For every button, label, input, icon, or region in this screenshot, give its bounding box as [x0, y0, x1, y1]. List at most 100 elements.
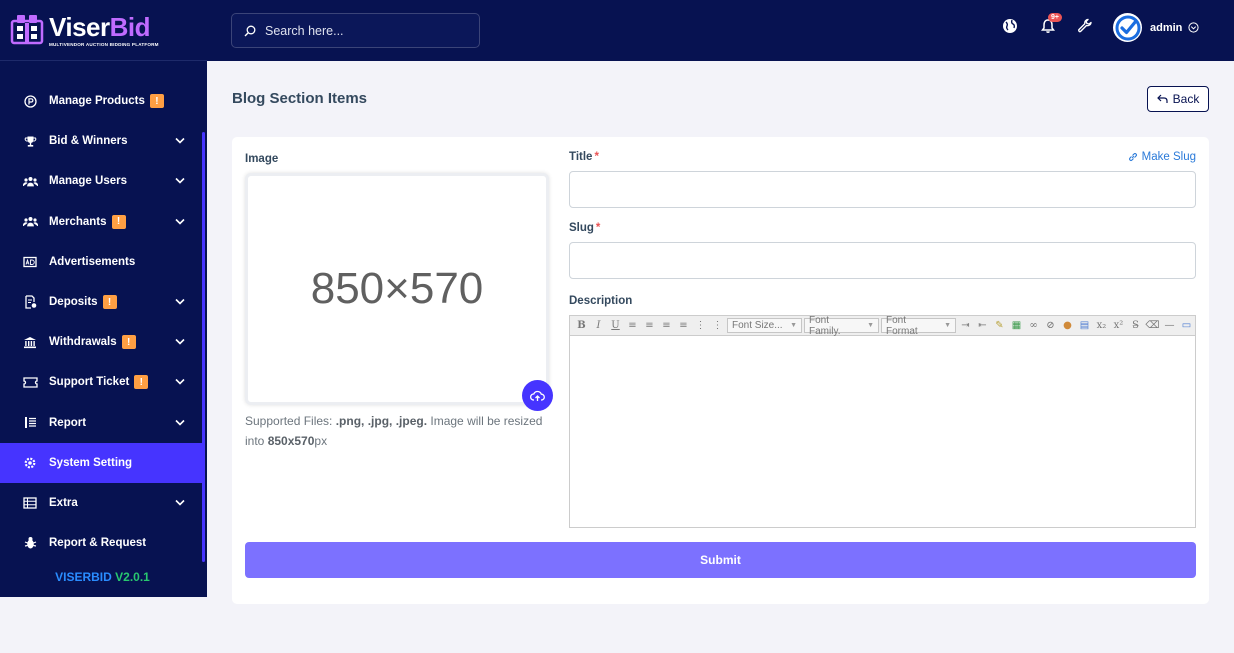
chevron-down-icon [175, 497, 185, 509]
product-icon [22, 93, 38, 109]
remove-format-icon[interactable]: ⌫ [1145, 318, 1160, 333]
admin-name: admin [1150, 21, 1183, 34]
sidebar-item-report-request[interactable]: Report & Request [0, 523, 205, 563]
align-left-icon[interactable]: ≡ [625, 318, 640, 333]
title-input[interactable] [569, 171, 1196, 208]
italic-icon[interactable]: I [591, 318, 606, 333]
supported-suffix: px [314, 434, 328, 448]
brand-name: ViserBid [49, 14, 159, 40]
underline-icon[interactable]: U [608, 318, 623, 333]
chevron-down-circle-icon [1188, 22, 1200, 33]
version-name: VISERBID [55, 570, 112, 584]
chevron-down-icon [175, 296, 185, 308]
sidebar-item-advertisements[interactable]: Advertisements [0, 242, 205, 282]
unlink-icon[interactable]: ⊘ [1043, 318, 1058, 333]
sidebar-item-label: Withdrawals [49, 336, 117, 349]
make-slug-label: Make Slug [1141, 151, 1196, 163]
description-editor-area[interactable] [570, 336, 1195, 528]
align-center-icon[interactable]: ≡ [642, 318, 657, 333]
title-label: Title * [569, 151, 599, 163]
image-upload-button[interactable] [522, 380, 553, 411]
submit-button[interactable]: Submit [245, 542, 1196, 578]
slug-label-text: Slug [569, 222, 594, 234]
logo-icon [10, 15, 44, 45]
cog-icon [22, 455, 38, 471]
notification-bell-icon[interactable]: 9+ [1039, 13, 1062, 35]
outdent-icon[interactable]: ⇤ [975, 318, 990, 333]
search-icon [244, 25, 256, 36]
notification-count-badge: 9+ [1048, 13, 1062, 22]
editor-toolbar: B I U ≡ ≡ ≡ ≡ ⋮ ⋮ Font Size... ▼ Font Fam… [570, 315, 1195, 337]
subscript-icon[interactable]: x₂ [1094, 318, 1109, 333]
sidebar-item-label: Merchants [49, 215, 107, 228]
sidebar-item-label: Extra [49, 496, 78, 509]
chevron-down-icon [175, 336, 185, 348]
font-family-select[interactable]: Font Family. ▼ [804, 315, 879, 337]
chevron-down-icon [175, 216, 185, 228]
html-view-icon[interactable]: ▭ [1179, 318, 1194, 333]
sidebar: ViserBid MULTIVENDOR AUCTION BIDDING PLA… [0, 0, 207, 597]
blog-item-form-card: Image 850×570 Supported Files: .png, .jp… [232, 137, 1209, 604]
pending-badge: ! [111, 214, 126, 229]
sidebar-item-withdrawals[interactable]: Withdrawals! [0, 322, 205, 362]
pending-badge: ! [134, 375, 149, 390]
unordered-list-icon[interactable]: ⋮ [710, 318, 725, 333]
link-insert-icon[interactable]: ∞ [1026, 318, 1041, 333]
sidebar-item-deposits[interactable]: Deposits! [0, 282, 205, 322]
chevron-down-icon [175, 376, 185, 388]
strikethrough-icon[interactable]: S̶ [1128, 318, 1143, 333]
version-label: VISERBID V2.0.1 [0, 570, 205, 584]
search-input[interactable] [265, 23, 465, 38]
wrench-icon[interactable] [1076, 17, 1094, 35]
admin-profile-dropdown[interactable]: admin [1113, 13, 1200, 42]
description-editor: B I U ≡ ≡ ≡ ≡ ⋮ ⋮ Font Size... ▼ Font Fam… [569, 315, 1196, 528]
superscript-icon[interactable]: x² [1111, 318, 1126, 333]
font-format-label: Font Format [886, 314, 918, 337]
brand-name-part2: Bid [109, 11, 151, 42]
sidebar-item-support-ticket[interactable]: Support Ticket! [0, 362, 205, 402]
back-button[interactable]: Back [1147, 86, 1209, 112]
image-insert-icon[interactable]: ▦ [1009, 318, 1024, 333]
brand-name-part1: Viser [49, 11, 110, 42]
indent-icon[interactable]: ⇥ [958, 318, 973, 333]
sidebar-item-label: Report [49, 416, 87, 429]
font-family-label: Font Family. [809, 314, 841, 337]
bold-icon[interactable]: B [574, 318, 589, 333]
sidebar-item-report[interactable]: Report [0, 403, 205, 443]
search-box[interactable] [231, 13, 480, 48]
chevron-down-icon [175, 175, 185, 187]
sidebar-item-manage-users[interactable]: Manage Users [0, 161, 205, 201]
sidebar-item-label: Report & Request [49, 537, 147, 550]
sidebar-item-merchants[interactable]: Merchants! [0, 202, 205, 242]
highlight-icon[interactable]: ✎ [992, 318, 1007, 333]
ordered-list-icon[interactable]: ⋮ [693, 318, 708, 333]
dropdown-arrow-icon: ▼ [944, 322, 951, 329]
font-size-label: Font Size... [732, 320, 783, 331]
sidebar-item-bid-winners[interactable]: Bid & Winners [0, 121, 205, 161]
required-asterisk: * [594, 151, 599, 163]
color-picker-icon[interactable]: ● [1060, 318, 1075, 333]
font-size-select[interactable]: Font Size... ▼ [727, 318, 802, 333]
merchants-icon [22, 214, 38, 230]
align-justify-icon[interactable]: ≡ [676, 318, 691, 333]
horizontal-rule-icon[interactable]: — [1162, 318, 1177, 333]
version-number: V2.0.1 [115, 570, 150, 584]
bank-icon [22, 334, 38, 350]
brand-logo[interactable]: ViserBid MULTIVENDOR AUCTION BIDDING PLA… [0, 0, 207, 61]
sidebar-item-extra[interactable]: Extra [0, 483, 205, 523]
image-label: Image [245, 153, 279, 165]
admin-avatar-icon [1115, 15, 1140, 40]
back-button-label: Back [1172, 92, 1200, 106]
sidebar-item-manage-products[interactable]: Manage Products! [0, 81, 205, 121]
sidebar-item-system-setting[interactable]: System Setting [0, 442, 205, 483]
sidebar-item-label: System Setting [49, 456, 133, 469]
globe-icon[interactable] [1001, 17, 1019, 35]
align-right-icon[interactable]: ≡ [659, 318, 674, 333]
image-preview[interactable]: 850×570 [245, 173, 549, 405]
slug-input[interactable] [569, 242, 1196, 279]
supported-size: 850x570 [267, 434, 315, 448]
users-icon [22, 173, 38, 189]
edit-icon[interactable]: ▤ [1077, 318, 1092, 333]
font-format-select[interactable]: Font Format ▼ [881, 315, 956, 337]
make-slug-link[interactable]: Make Slug [1128, 151, 1196, 163]
